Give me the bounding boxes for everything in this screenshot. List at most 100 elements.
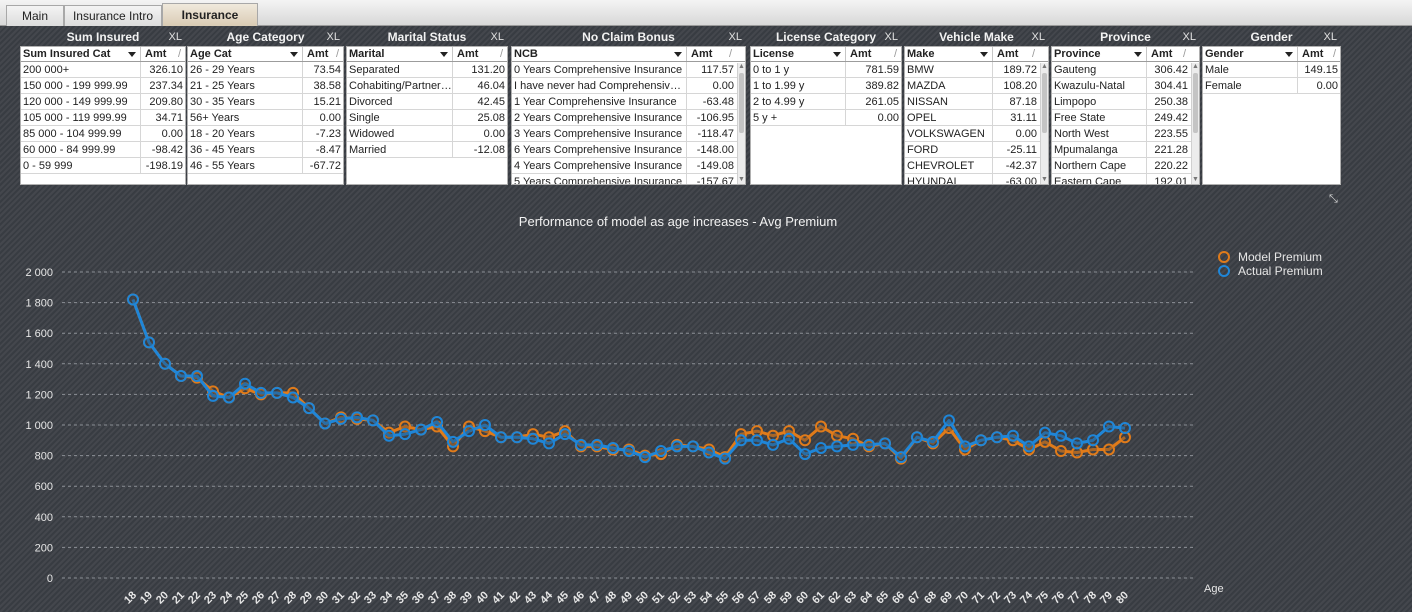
list-item[interactable]: 2 to 4.99 y 261.05 (751, 94, 901, 110)
column-header-amount[interactable]: Amt / (846, 47, 901, 61)
data-point[interactable] (575, 438, 587, 451)
data-point[interactable] (255, 386, 267, 399)
data-point[interactable] (607, 441, 619, 454)
scroll-down-icon[interactable]: ▼ (738, 176, 745, 184)
export-excel-button[interactable]: XL (327, 29, 340, 46)
tab-insurance[interactable]: Insurance (162, 3, 258, 26)
data-point[interactable] (751, 434, 763, 447)
export-excel-button[interactable]: XL (1032, 29, 1045, 46)
list-item[interactable]: Mpumalanga 221.28 (1052, 142, 1199, 158)
list-item[interactable]: 3 Years Comprehensive Insurance -118.47 (512, 126, 745, 142)
export-excel-button[interactable]: XL (729, 29, 742, 46)
data-point[interactable] (239, 377, 251, 390)
data-point[interactable] (975, 434, 987, 447)
data-point[interactable] (415, 423, 427, 436)
list-item[interactable]: 2 Years Comprehensive Insurance -106.95 (512, 110, 745, 126)
data-point[interactable] (383, 429, 395, 442)
data-point[interactable] (1071, 437, 1083, 450)
data-point[interactable] (399, 428, 411, 441)
list-item[interactable]: VOLKSWAGEN 0.00 (905, 126, 1048, 142)
sort-dropdown-icon[interactable] (1285, 52, 1293, 57)
column-header-amount[interactable]: Amt / (687, 47, 736, 61)
sort-toggle-icon[interactable]: / (729, 47, 732, 62)
data-point[interactable] (1087, 434, 1099, 447)
data-point[interactable] (847, 438, 859, 451)
data-point[interactable] (1023, 440, 1035, 453)
list-item[interactable]: CHEVROLET -42.37 (905, 158, 1048, 174)
data-point[interactable] (127, 293, 139, 306)
list-item[interactable]: Separated 131.20 (347, 62, 507, 78)
scroll-thumb[interactable] (1193, 73, 1198, 133)
column-header-dimension[interactable]: Age Cat (188, 47, 303, 61)
data-point[interactable] (959, 440, 971, 453)
tab-insurance-intro[interactable]: Insurance Intro (64, 5, 162, 26)
data-point[interactable] (799, 448, 811, 461)
list-item[interactable]: 120 000 - 149 999.99 209.80 (21, 94, 185, 110)
list-item[interactable]: Kwazulu-Natal 304.41 (1052, 78, 1199, 94)
data-point[interactable] (367, 414, 379, 427)
column-header-dimension[interactable]: Sum Insured Cat (21, 47, 141, 61)
legend-actual[interactable]: Actual Premium (1218, 264, 1323, 278)
data-point[interactable] (591, 438, 603, 451)
data-point[interactable] (943, 414, 955, 427)
legend-model[interactable]: Model Premium (1218, 250, 1323, 264)
data-point[interactable] (879, 437, 891, 450)
sort-toggle-icon[interactable]: / (1333, 47, 1336, 62)
data-point[interactable] (159, 357, 171, 370)
data-point[interactable] (1055, 445, 1067, 458)
data-point[interactable] (479, 419, 491, 431)
list-item[interactable]: OPEL 31.11 (905, 110, 1048, 126)
sort-dropdown-icon[interactable] (980, 52, 988, 57)
list-item[interactable]: Widowed 0.00 (347, 126, 507, 142)
data-point[interactable] (1119, 422, 1131, 435)
data-point[interactable] (495, 431, 507, 444)
data-point[interactable] (799, 434, 811, 447)
scroll-thumb[interactable] (1042, 73, 1047, 133)
data-point[interactable] (287, 391, 299, 404)
data-point[interactable] (671, 440, 683, 453)
data-point[interactable] (783, 432, 795, 445)
list-item[interactable]: 5 y + 0.00 (751, 110, 901, 126)
vertical-scrollbar[interactable]: ▲ ▼ (737, 63, 745, 184)
sort-dropdown-icon[interactable] (674, 52, 682, 57)
list-item[interactable]: 30 - 35 Years 15.21 (188, 94, 343, 110)
list-item[interactable]: 1 to 1.99 y 389.82 (751, 78, 901, 94)
list-item[interactable]: 5 Years Comprehensive Insurance -157.67 (512, 174, 745, 184)
scroll-up-icon[interactable]: ▲ (738, 63, 745, 71)
list-item[interactable]: NISSAN 87.18 (905, 94, 1048, 110)
data-point[interactable] (207, 389, 219, 402)
data-point[interactable] (655, 445, 667, 458)
sort-dropdown-icon[interactable] (440, 52, 448, 57)
data-point[interactable] (703, 446, 715, 459)
list-item[interactable]: North West 223.55 (1052, 126, 1199, 142)
data-point[interactable] (463, 425, 475, 438)
column-header-dimension[interactable]: Marital (347, 47, 453, 61)
list-item[interactable]: 0 to 1 y 781.59 (751, 62, 901, 78)
column-header-amount[interactable]: Amt / (993, 47, 1039, 61)
data-point[interactable] (831, 429, 843, 442)
list-item[interactable]: Free State 249.42 (1052, 110, 1199, 126)
list-item[interactable]: Single 25.08 (347, 110, 507, 126)
export-excel-button[interactable]: XL (1324, 29, 1337, 46)
column-header-dimension[interactable]: Gender (1203, 47, 1298, 61)
list-item[interactable]: 0 Years Comprehensive Insurance 117.57 (512, 62, 745, 78)
list-item[interactable]: Cohabiting/Partnered 46.04 (347, 78, 507, 94)
sort-toggle-icon[interactable]: / (894, 47, 897, 62)
column-header-amount[interactable]: Amt / (1298, 47, 1340, 61)
scroll-down-icon[interactable]: ▼ (1041, 176, 1048, 184)
data-point[interactable] (831, 440, 843, 453)
data-point[interactable] (559, 428, 571, 441)
sort-dropdown-icon[interactable] (833, 52, 841, 57)
data-point[interactable] (223, 391, 235, 404)
scroll-up-icon[interactable]: ▲ (1192, 63, 1199, 71)
data-point[interactable] (895, 451, 907, 464)
list-item[interactable]: Gauteng 306.42 (1052, 62, 1199, 78)
list-item[interactable]: 56+ Years 0.00 (188, 110, 343, 126)
list-item[interactable]: BMW 189.72 (905, 62, 1048, 78)
list-item[interactable]: 0 - 59 999 -198.19 (21, 158, 185, 174)
list-item[interactable]: 150 000 - 199 999.99 237.34 (21, 78, 185, 94)
data-point[interactable] (351, 411, 363, 424)
column-header-amount[interactable]: Amt / (141, 47, 185, 61)
list-item[interactable]: Female 0.00 (1203, 78, 1340, 94)
list-item[interactable]: 26 - 29 Years 73.54 (188, 62, 343, 78)
